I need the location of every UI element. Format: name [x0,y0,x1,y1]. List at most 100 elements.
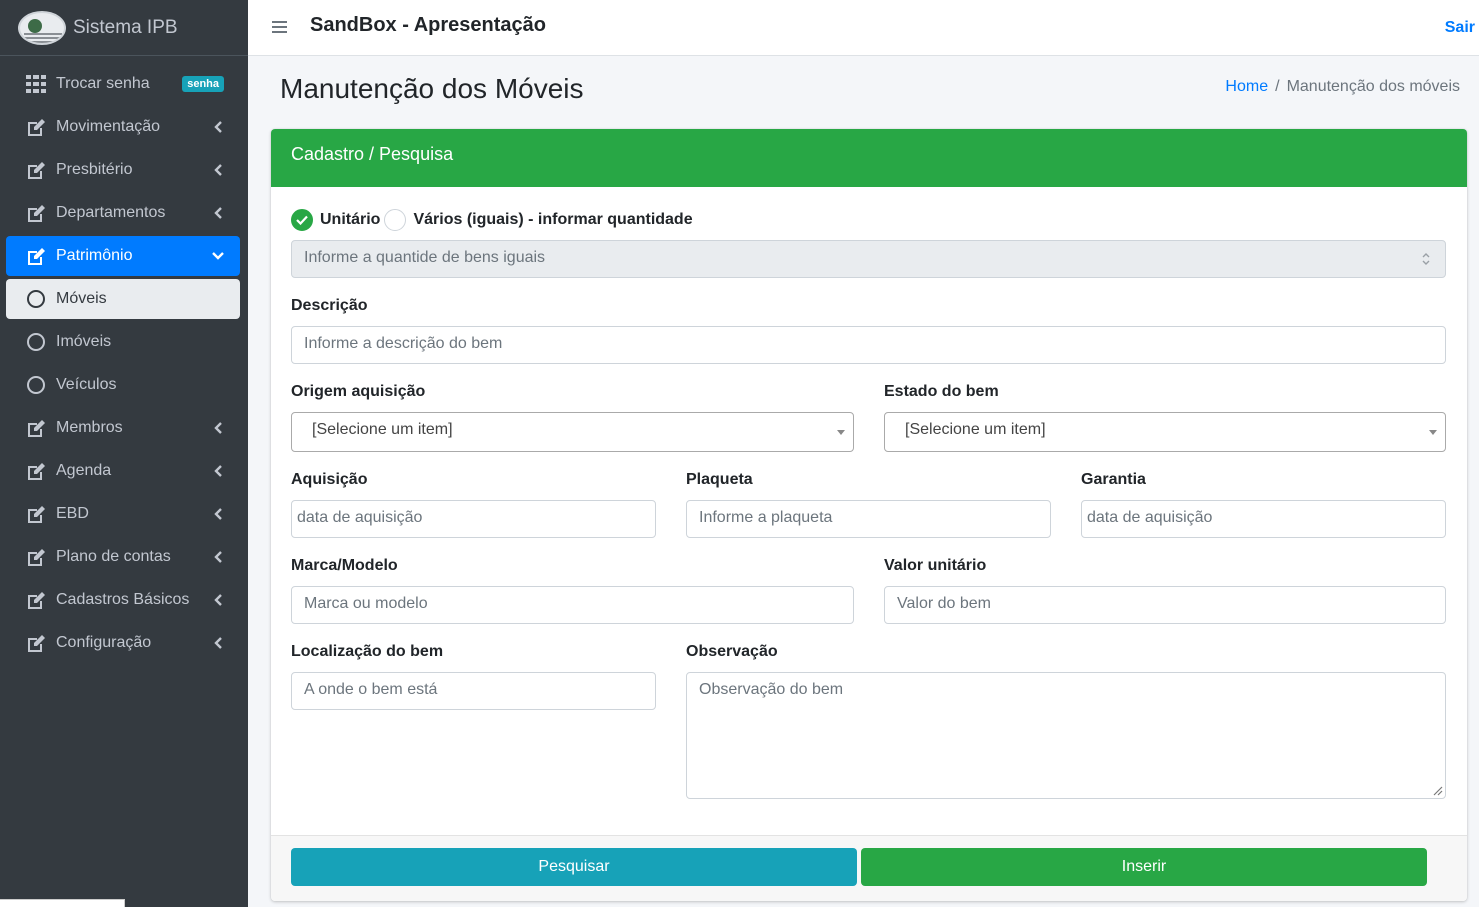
sidebar-item-membros[interactable]: Membros [6,408,240,448]
sidebar-item-moveis[interactable]: Móveis [6,279,240,319]
sidebar-item-label: Móveis [56,290,107,307]
edit-icon [25,546,47,568]
edit-icon [25,116,47,138]
valor-label: Valor unitário [884,557,987,574]
sidebar-item-veiculos[interactable]: Veículos [6,365,240,405]
chevron-left-icon [214,465,222,477]
sidebar-item-agenda[interactable]: Agenda [6,451,240,491]
page-title: Manutenção dos Móveis [280,73,584,104]
descricao-input[interactable]: Informe a descrição do bem [291,326,1446,364]
plaqueta-placeholder: Informe a plaqueta [699,509,833,526]
garantia-input[interactable]: data de aquisição [1081,500,1446,538]
valor-placeholder: Valor do bem [897,595,991,612]
estado-selected: [Selecione um item] [905,421,1046,438]
radio-varios[interactable] [384,209,407,231]
check-icon [296,215,308,225]
origem-select[interactable]: [Selecione um item] [291,412,854,452]
chevron-left-icon [214,207,222,219]
sidebar-item-label: Movimentação [56,118,161,135]
brand-logo [18,10,66,45]
status-bar-tooltip [0,899,125,907]
chevron-left-icon [214,637,222,649]
plaqueta-input[interactable]: Informe a plaqueta [686,500,1051,538]
sidebar-item-label: Membros [56,419,123,436]
marca-input[interactable]: Marca ou modelo [291,586,854,624]
cadastro-card: Cadastro / Pesquisa Unitário Vários (igu… [271,129,1467,901]
sidebar-item-cadastros-basicos[interactable]: Cadastros Básicos [6,580,240,620]
menu-toggle-icon[interactable] [272,21,287,34]
breadcrumb: Home / Manutenção dos móveis [1225,78,1460,96]
sidebar-item-imoveis[interactable]: Imóveis [6,322,240,362]
sidebar-item-label: Presbitério [56,161,133,178]
aquisicao-placeholder: data de aquisição [297,509,423,526]
chevron-left-icon [214,508,222,520]
brand-link[interactable]: Sistema IPB [0,0,248,56]
edit-icon [25,460,47,482]
descricao-label: Descrição [291,297,368,314]
circle-icon [25,331,47,353]
chevron-left-icon [214,594,222,606]
circle-icon [25,374,47,396]
sidebar-item-label: Plano de contas [56,548,171,565]
localizacao-label: Localização do bem [291,643,444,660]
chevron-left-icon [214,551,222,563]
sidebar-item-trocar-senha[interactable]: Trocar senha senha [6,64,240,104]
grid-icon [25,73,47,95]
localizacao-placeholder: A onde o bem está [304,681,438,698]
sidebar-item-plano-de-contas[interactable]: Plano de contas [6,537,240,577]
senha-badge: senha [182,76,224,92]
sidebar-item-ebd[interactable]: EBD [6,494,240,534]
observacao-placeholder: Observação do bem [699,681,844,698]
localizacao-input[interactable]: A onde o bem está [291,672,656,710]
aquisicao-input[interactable]: data de aquisição [291,500,656,538]
workspace-title: SandBox - Apresentação [310,14,546,36]
edit-icon [25,159,47,181]
aquisicao-label: Aquisição [291,471,368,488]
breadcrumb-current: Manutenção dos móveis [1286,78,1460,95]
garantia-placeholder: data de aquisição [1087,509,1213,526]
estado-select[interactable]: [Selecione um item] [884,412,1446,452]
edit-icon [25,503,47,525]
sidebar-item-label: Departamentos [56,204,166,221]
marca-label: Marca/Modelo [291,557,398,574]
chevron-left-icon [214,164,222,176]
dropdown-caret-icon [837,430,845,435]
brand-name: Sistema IPB [73,16,178,38]
sidebar-item-presbiterio[interactable]: Presbitério [6,150,240,190]
inserir-button[interactable]: Inserir [861,848,1427,886]
estado-label: Estado do bem [884,383,999,400]
pesquisar-button[interactable]: Pesquisar [291,848,857,886]
chevron-left-icon [214,422,222,434]
quantity-mode-radio-group: Unitário Vários (iguais) - informar quan… [291,209,697,231]
circle-icon [25,288,47,310]
chevron-down-icon [212,252,224,260]
sidebar-item-configuracao[interactable]: Configuração [6,623,240,663]
marca-placeholder: Marca ou modelo [304,595,428,612]
sidebar-item-label: Cadastros Básicos [56,591,190,608]
quantidade-placeholder: Informe a quantide de bens iguais [304,249,546,266]
sidebar-item-departamentos[interactable]: Departamentos [6,193,240,233]
edit-icon [25,245,47,267]
resize-handle-icon[interactable] [1431,784,1443,796]
radio-unitario[interactable] [291,209,313,231]
chevron-left-icon [214,121,222,133]
breadcrumb-separator: / [1275,78,1280,95]
sidebar-item-movimentacao[interactable]: Movimentação [6,107,240,147]
breadcrumb-home-link[interactable]: Home [1225,78,1268,95]
origem-label: Origem aquisição [291,383,426,400]
radio-unitario-label[interactable]: Unitário [320,211,380,229]
sidebar-item-label: Veículos [56,376,117,393]
spinner-arrows-icon [1422,253,1430,265]
radio-varios-label[interactable]: Vários (iguais) - informar quantidade [413,211,692,229]
edit-icon [25,632,47,654]
sidebar-item-patrimonio[interactable]: Patrimônio [6,236,240,276]
observacao-label: Observação [686,643,778,660]
sidebar-nav: Trocar senha senha Movimentação Presbité… [0,56,248,663]
sidebar-item-label: Imóveis [56,333,112,350]
card-header: Cadastro / Pesquisa [271,129,1467,187]
descricao-placeholder: Informe a descrição do bem [304,335,503,352]
quantidade-input[interactable]: Informe a quantide de bens iguais [291,240,1446,278]
logout-link[interactable]: Sair [1445,19,1475,37]
valor-input[interactable]: Valor do bem [884,586,1446,624]
observacao-textarea[interactable]: Observação do bem [686,672,1446,799]
